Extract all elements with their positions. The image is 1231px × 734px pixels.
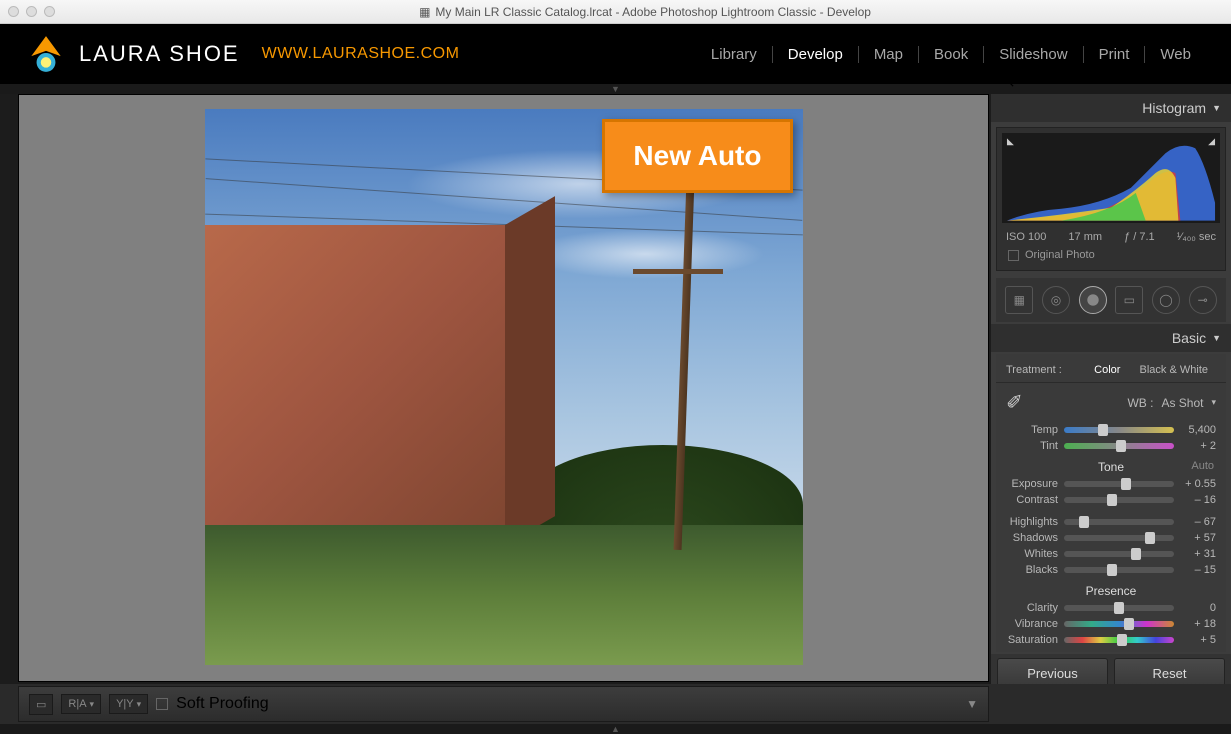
white-balance-row: ✐ WB : As Shot ▾	[996, 383, 1226, 422]
photo-preview: New Auto	[205, 109, 803, 665]
window-title-text: My Main LR Classic Catalog.lrcat - Adobe…	[435, 5, 871, 19]
histogram-panel: ISO 100 17 mm ƒ / 7.1 ¹⁄₄₀₀ sec Original…	[996, 127, 1226, 271]
tone-section: ToneAuto	[996, 454, 1226, 476]
collapse-bottom-arrow-icon[interactable]: ▲	[0, 724, 1231, 734]
slider-temp[interactable]: Temp5,400	[996, 422, 1226, 438]
brand-name: LAURA SHOE	[79, 41, 240, 67]
slider-exposure[interactable]: Exposure+ 0.55	[996, 476, 1226, 492]
slider-whites[interactable]: Whites+ 31	[996, 546, 1226, 562]
graduated-filter-tool[interactable]: ▭	[1115, 286, 1143, 314]
window-title: ▦ My Main LR Classic Catalog.lrcat - Ado…	[67, 5, 1223, 19]
basic-panel: Treatment : Color Black & White ✐ WB : A…	[996, 354, 1226, 652]
window-controls[interactable]	[8, 6, 55, 17]
treatment-color[interactable]: Color	[1086, 364, 1128, 376]
presence-section: Presence	[996, 578, 1226, 600]
slider-vibrance[interactable]: Vibrance+ 18	[996, 616, 1226, 632]
meta-focal: 17 mm	[1068, 231, 1102, 243]
brand-url: WWW.LAURASHOE.COM	[262, 45, 460, 63]
treatment-label: Treatment :	[1006, 364, 1062, 376]
module-print[interactable]: Print	[1084, 46, 1146, 63]
collapse-top-arrow-icon[interactable]: ▼	[0, 84, 1231, 94]
develop-toolbar: ▭ R|A ▾ Y|Y ▾ Soft Proofing ▼	[18, 686, 989, 722]
checkbox-icon[interactable]	[1008, 250, 1019, 261]
histogram-metadata: ISO 100 17 mm ƒ / 7.1 ¹⁄₄₀₀ sec	[1002, 226, 1220, 245]
auto-tone-button[interactable]: Auto	[1191, 460, 1214, 472]
treatment-row: Treatment : Color Black & White	[996, 358, 1226, 383]
module-picker: Library Develop Map Book Slideshow Print…	[696, 46, 1206, 63]
soft-proof-checkbox[interactable]	[156, 698, 168, 710]
spot-removal-tool[interactable]: ◎	[1042, 286, 1070, 314]
basic-header[interactable]: Basic ▼	[991, 324, 1231, 352]
slider-shadows[interactable]: Shadows+ 57	[996, 530, 1226, 546]
module-web[interactable]: Web	[1145, 46, 1206, 63]
collapse-icon[interactable]: ▼	[1212, 333, 1221, 343]
module-slideshow[interactable]: Slideshow	[984, 46, 1083, 63]
image-canvas[interactable]: New Auto	[18, 94, 989, 682]
crop-tool[interactable]: ▦	[1005, 286, 1033, 314]
slider-contrast[interactable]: Contrast– 16	[996, 492, 1226, 508]
original-photo-toggle[interactable]: Original Photo	[1002, 245, 1220, 265]
document-icon: ▦	[419, 5, 430, 19]
basic-title: Basic	[1172, 330, 1206, 346]
module-map[interactable]: Map	[859, 46, 919, 63]
overlay-badge: New Auto	[602, 119, 792, 193]
adjustment-brush-tool[interactable]: ⊸	[1189, 286, 1217, 314]
meta-shutter: ¹⁄₄₀₀ sec	[1177, 231, 1216, 243]
reset-button[interactable]: Reset	[1114, 658, 1225, 684]
slider-blacks[interactable]: Blacks– 15	[996, 562, 1226, 578]
wb-dropdown[interactable]: As Shot	[1161, 396, 1203, 410]
toolbar-menu-icon[interactable]: ▼	[966, 697, 978, 711]
collapse-icon[interactable]: ▼	[1212, 103, 1221, 113]
soft-proof-label: Soft Proofing	[176, 695, 269, 713]
identity-plate: LAURA SHOE WWW.LAURASHOE.COM	[25, 33, 459, 75]
original-photo-label: Original Photo	[1025, 249, 1095, 261]
before-after-tb-button[interactable]: Y|Y ▾	[109, 694, 148, 714]
module-library[interactable]: Library	[696, 46, 773, 63]
meta-iso: ISO 100	[1006, 231, 1046, 243]
histogram-graph[interactable]	[1002, 133, 1220, 223]
wb-label: WB :	[1031, 396, 1154, 410]
redeye-tool[interactable]	[1079, 286, 1107, 314]
module-book[interactable]: Book	[919, 46, 984, 63]
meta-aperture: ƒ / 7.1	[1124, 231, 1155, 243]
local-tools-strip: ▦ ◎ ▭ ◯ ⊸	[996, 278, 1226, 322]
slider-tint[interactable]: Tint+ 2	[996, 438, 1226, 454]
close-window-icon[interactable]	[8, 6, 19, 17]
slider-saturation[interactable]: Saturation+ 5	[996, 632, 1226, 648]
develop-right-panel: Histogram ▼ ISO 100 17 mm ƒ / 7.1 ¹⁄₄₀₀ …	[991, 94, 1231, 684]
treatment-bw[interactable]: Black & White	[1132, 364, 1216, 376]
module-develop[interactable]: Develop	[773, 46, 859, 63]
panel-actions: Previous Reset	[991, 654, 1231, 684]
eyedropper-icon[interactable]: ✐	[1006, 390, 1023, 415]
window-titlebar: ▦ My Main LR Classic Catalog.lrcat - Ado…	[0, 0, 1231, 24]
loupe-view-button[interactable]: ▭	[29, 694, 53, 715]
histogram-header[interactable]: Histogram ▼	[991, 94, 1231, 122]
identity-plate-bar: LAURA SHOE WWW.LAURASHOE.COM Library Dev…	[0, 24, 1231, 84]
before-after-lr-button[interactable]: R|A ▾	[61, 694, 101, 714]
slider-highlights[interactable]: Highlights– 67	[996, 514, 1226, 530]
previous-button[interactable]: Previous	[997, 658, 1108, 684]
minimize-window-icon[interactable]	[26, 6, 37, 17]
dropdown-icon[interactable]: ▾	[1211, 397, 1216, 408]
radial-filter-tool[interactable]: ◯	[1152, 286, 1180, 314]
histogram-title: Histogram	[1142, 100, 1206, 116]
brand-logo-icon	[25, 33, 67, 75]
maximize-window-icon[interactable]	[44, 6, 55, 17]
slider-clarity[interactable]: Clarity0	[996, 600, 1226, 616]
